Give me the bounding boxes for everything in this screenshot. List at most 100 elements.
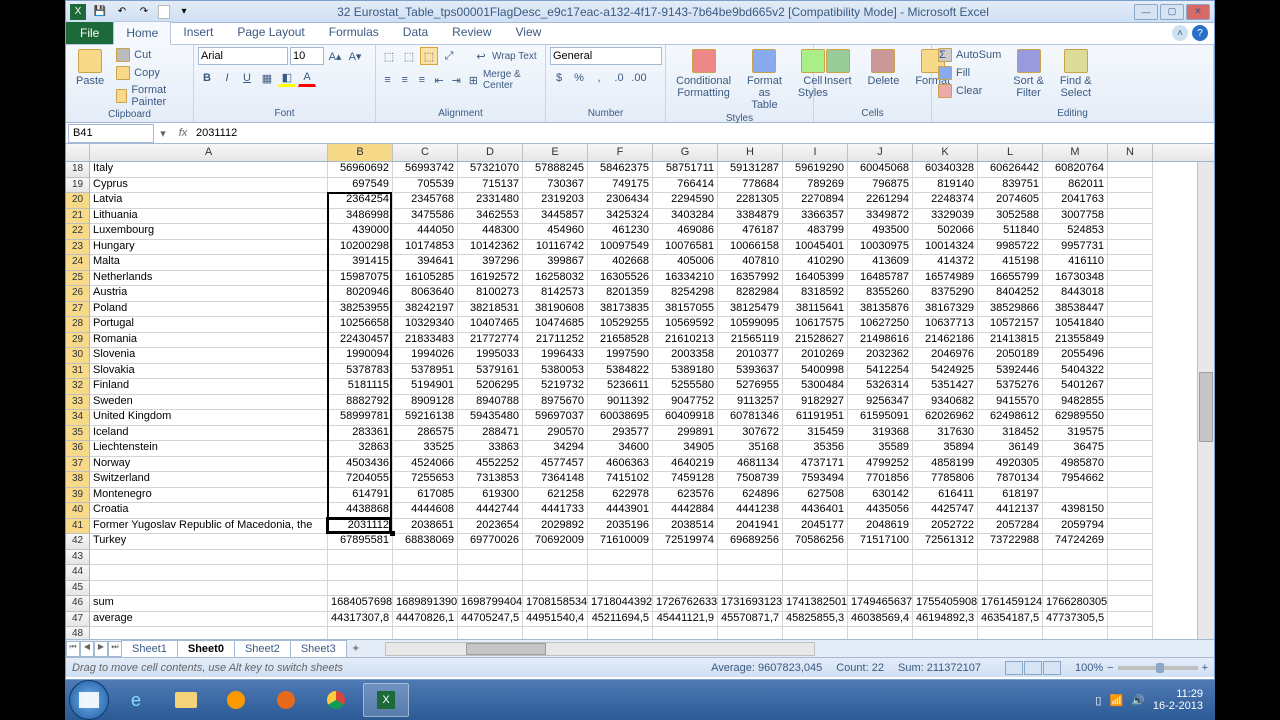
cell[interactable]: 2046976 xyxy=(913,348,978,364)
cell[interactable]: 59697037 xyxy=(523,410,588,426)
cell[interactable] xyxy=(783,550,848,566)
cell[interactable]: 2045177 xyxy=(783,519,848,535)
cell[interactable]: 58462375 xyxy=(588,162,653,178)
col-header-J[interactable]: J xyxy=(848,144,913,161)
cell[interactable]: 5375276 xyxy=(978,379,1043,395)
col-header-H[interactable]: H xyxy=(718,144,783,161)
cell[interactable] xyxy=(458,550,523,566)
cell[interactable]: 45825855,3 xyxy=(783,612,848,628)
cell[interactable]: 61191951 xyxy=(783,410,848,426)
cell[interactable]: Finland xyxy=(90,379,328,395)
cell[interactable]: 16305526 xyxy=(588,271,653,287)
cell[interactable]: 7204055 xyxy=(328,472,393,488)
sort-filter-button[interactable]: Sort & Filter xyxy=(1007,47,1050,101)
col-header-B[interactable]: B xyxy=(328,144,393,161)
cell[interactable]: 524853 xyxy=(1043,224,1108,240)
cell[interactable]: 318452 xyxy=(978,426,1043,442)
cell[interactable] xyxy=(783,565,848,581)
cell[interactable]: 410290 xyxy=(783,255,848,271)
cell[interactable]: 862011 xyxy=(1043,178,1108,194)
cell[interactable]: 2023654 xyxy=(458,519,523,535)
underline-button[interactable]: U xyxy=(238,69,256,87)
cell[interactable]: 2059794 xyxy=(1043,519,1108,535)
cell[interactable]: 4425747 xyxy=(913,503,978,519)
cell[interactable]: 4438868 xyxy=(328,503,393,519)
row-header[interactable]: 47 xyxy=(66,612,90,628)
system-tray[interactable]: ▯ 📶 🔊 11:2916-2-2013 xyxy=(1095,688,1211,712)
cell[interactable]: 21498616 xyxy=(848,333,913,349)
save-icon[interactable]: 💾 xyxy=(92,4,108,20)
col-header-L[interactable]: L xyxy=(978,144,1043,161)
qat-dropdown-icon[interactable]: ▾ xyxy=(176,4,192,20)
page-layout-view-button[interactable] xyxy=(1024,661,1042,675)
tray-flag-icon[interactable]: ▯ xyxy=(1095,694,1101,707)
cell[interactable]: 57888245 xyxy=(523,162,588,178)
col-header-F[interactable]: F xyxy=(588,144,653,161)
row-header[interactable]: 37 xyxy=(66,457,90,473)
cell[interactable]: 4435056 xyxy=(848,503,913,519)
cell[interactable]: 7593494 xyxy=(783,472,848,488)
start-button[interactable] xyxy=(69,680,109,720)
cell[interactable]: 1689891390 xyxy=(393,596,458,612)
cell[interactable]: 3475586 xyxy=(393,209,458,225)
cell[interactable]: 10474685 xyxy=(523,317,588,333)
zoom-in-button[interactable]: + xyxy=(1202,662,1208,674)
cell[interactable]: 1718044392 xyxy=(588,596,653,612)
row-header[interactable]: 40 xyxy=(66,503,90,519)
cell[interactable] xyxy=(913,565,978,581)
cell[interactable]: Luxembourg xyxy=(90,224,328,240)
cell[interactable] xyxy=(653,627,718,639)
cell[interactable]: Malta xyxy=(90,255,328,271)
cell[interactable] xyxy=(523,627,588,639)
cell[interactable]: Latvia xyxy=(90,193,328,209)
cell[interactable]: 59131287 xyxy=(718,162,783,178)
orientation-button[interactable]: ⤢ xyxy=(440,47,458,65)
cell[interactable]: 819140 xyxy=(913,178,978,194)
cell[interactable] xyxy=(90,581,328,597)
select-all-corner[interactable] xyxy=(66,144,90,161)
cell[interactable]: 16334210 xyxy=(653,271,718,287)
indent-inc-button[interactable]: ⇥ xyxy=(449,71,464,89)
cell[interactable]: sum xyxy=(90,596,328,612)
ribbon-tab-data[interactable]: Data xyxy=(391,21,440,44)
page-break-view-button[interactable] xyxy=(1043,661,1061,675)
row-header[interactable]: 22 xyxy=(66,224,90,240)
row-header[interactable]: 35 xyxy=(66,426,90,442)
cell[interactable] xyxy=(523,581,588,597)
bold-button[interactable]: B xyxy=(198,69,216,87)
cell[interactable]: 2074605 xyxy=(978,193,1043,209)
cell[interactable]: 34294 xyxy=(523,441,588,457)
cell[interactable]: 38242197 xyxy=(393,302,458,318)
cell[interactable]: 8443018 xyxy=(1043,286,1108,302)
row-header[interactable]: 41 xyxy=(66,519,90,535)
row-header[interactable]: 30 xyxy=(66,348,90,364)
cell[interactable] xyxy=(1108,612,1153,628)
cell[interactable]: 622978 xyxy=(588,488,653,504)
cell[interactable]: 44705247,5 xyxy=(458,612,523,628)
cell[interactable]: Cyprus xyxy=(90,178,328,194)
cell[interactable] xyxy=(1108,193,1153,209)
cell[interactable]: 46194892,3 xyxy=(913,612,978,628)
cell[interactable]: 4524066 xyxy=(393,457,458,473)
cell[interactable]: 1766280305 xyxy=(1043,596,1108,612)
cell[interactable]: 46038569,4 xyxy=(848,612,913,628)
cell[interactable]: 47737305,5 xyxy=(1043,612,1108,628)
cell[interactable] xyxy=(978,627,1043,639)
cell[interactable]: 60045068 xyxy=(848,162,913,178)
cell[interactable] xyxy=(1108,519,1153,535)
cell[interactable]: 32863 xyxy=(328,441,393,457)
delete-cells-button[interactable]: Delete xyxy=(862,47,906,89)
sheet-tab-sheet0[interactable]: Sheet0 xyxy=(177,640,235,657)
cell[interactable]: 7508739 xyxy=(718,472,783,488)
cell[interactable]: 493500 xyxy=(848,224,913,240)
cell[interactable]: 1741382501 xyxy=(783,596,848,612)
cell[interactable]: 4920305 xyxy=(978,457,1043,473)
cell[interactable]: 2306434 xyxy=(588,193,653,209)
cell[interactable]: 439000 xyxy=(328,224,393,240)
row-header[interactable]: 45 xyxy=(66,581,90,597)
worksheet-grid[interactable]: ABCDEFGHIJKLMN 18Italy569606925699374257… xyxy=(66,144,1214,639)
ribbon-tab-formulas[interactable]: Formulas xyxy=(317,21,391,44)
cell[interactable]: 3486998 xyxy=(328,209,393,225)
cell[interactable]: 749175 xyxy=(588,178,653,194)
cell[interactable] xyxy=(1043,581,1108,597)
